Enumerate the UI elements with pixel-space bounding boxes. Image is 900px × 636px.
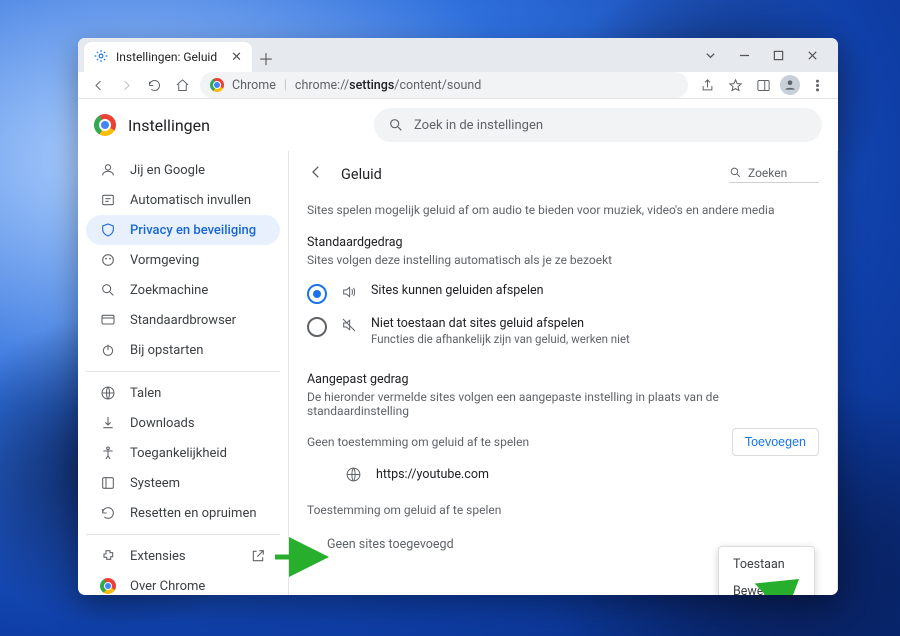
gear-icon [94,49,108,66]
share-icon[interactable] [696,75,718,95]
address-bar[interactable]: Chrome | chrome://settings/content/sound [200,72,688,98]
reload-icon[interactable] [144,75,164,95]
settings-body: Jij en Google Automatisch invullen Priva… [78,151,838,595]
radio-selected-icon [307,284,327,304]
settings-search[interactable]: Zoek in de instellingen [374,108,822,142]
back-button[interactable] [307,163,325,185]
volume-icon [341,284,357,300]
menu-allow[interactable]: Toestaan [719,551,814,578]
divider [86,371,280,372]
sidebar: Jij en Google Automatisch invullen Priva… [78,151,288,595]
chrome-logo-icon [94,114,116,136]
close-window-icon[interactable] [796,41,828,69]
panel-icon[interactable] [752,75,774,95]
settings-page: Instellingen Zoek in de instellingen Jij… [78,99,838,595]
radio-label: Niet toestaan dat sites geluid afspelen [371,316,630,331]
sidebar-item-accessibility[interactable]: Toegankelijkheid [86,438,280,468]
sidebar-item-onstartup[interactable]: Bij opstarten [86,335,280,365]
back-icon[interactable] [88,75,108,95]
sidebar-item-languages[interactable]: Talen [86,378,280,408]
site-url: https://youtube.com [376,467,489,482]
sidebar-item-system[interactable]: Systeem [86,468,280,498]
new-tab-button[interactable]: ＋ [252,44,280,72]
chrome-label: Chrome [232,78,276,93]
external-link-icon [250,548,266,564]
profile-avatar[interactable] [780,75,800,95]
caption-down-icon[interactable] [694,41,726,69]
default-behavior-sub: Sites volgen deze instelling automatisch… [307,253,819,267]
chrome-window: Instellingen: Geluid ✕ ＋ Chrome | chrome… [78,38,838,595]
intro-text: Sites spelen mogelijk geluid af om audio… [307,203,819,217]
add-site-button[interactable]: Toevoegen [732,428,819,456]
globe-icon [345,466,362,483]
sidebar-item-default-browser[interactable]: Standaardbrowser [86,305,280,335]
volume-mute-icon [341,317,357,333]
maximize-icon[interactable] [762,41,794,69]
search-icon [729,166,742,179]
radio-sublabel: Functies die afhankelijk zijn van geluid… [371,332,630,346]
tab-title: Instellingen: Geluid [116,50,223,64]
sidebar-item-appearance[interactable]: Vormgeving [86,245,280,275]
block-section-title: Geen toestemming om geluid af te spelen [307,435,529,449]
kebab-icon[interactable] [806,75,828,95]
tab-close-icon[interactable]: ✕ [231,50,242,65]
main-panel: Geluid Zoeken Sites spelen mogelijk gelu… [288,151,838,595]
page-title: Instellingen [128,116,210,135]
url-text: chrome://settings/content/sound [295,78,481,93]
custom-behavior-title: Aangepast gedrag [307,372,819,387]
toolbar-right [696,75,828,95]
divider [86,534,280,535]
window-controls [694,38,832,72]
main-title: Geluid [341,166,382,183]
minimize-icon[interactable] [728,41,760,69]
search-placeholder: Zoek in de instellingen [414,118,543,133]
star-icon[interactable] [724,75,746,95]
sidebar-item-reset[interactable]: Resetten en opruimen [86,498,280,528]
chrome-logo-small-icon [210,78,224,92]
tab-strip: Instellingen: Geluid ✕ ＋ [78,38,838,72]
sidebar-item-autofill[interactable]: Automatisch invullen [86,185,280,215]
sidebar-item-privacy-security[interactable]: Privacy en beveiliging [86,215,280,245]
settings-header: Instellingen Zoek in de instellingen [78,99,838,151]
default-behavior-title: Standaardgedrag [307,235,819,250]
sidebar-item-searchengine[interactable]: Zoekmachine [86,275,280,305]
main-header: Geluid Zoeken [307,157,819,191]
menu-edit[interactable]: Bewerken [719,578,814,595]
site-context-menu: Toestaan Bewerken Verwijderen [718,546,815,595]
chrome-logo-small-icon [100,578,116,594]
home-icon[interactable] [172,75,192,95]
custom-behavior-sub: De hieronder vermelde sites volgen een a… [307,390,819,418]
sidebar-item-you-and-google[interactable]: Jij en Google [86,155,280,185]
forward-icon[interactable] [116,75,136,95]
radio-unselected-icon [307,317,327,337]
blocked-site-row[interactable]: https://youtube.com [307,456,819,483]
browser-tab[interactable]: Instellingen: Geluid ✕ [84,42,252,72]
radio-block-sound[interactable]: Niet toestaan dat sites geluid afspelen … [307,310,819,352]
toolbar: Chrome | chrome://settings/content/sound [78,72,838,99]
radio-allow-sound[interactable]: Sites kunnen geluiden afspelen [307,277,819,310]
sidebar-item-about[interactable]: Over Chrome [86,571,280,595]
main-search[interactable]: Zoeken [729,166,819,183]
sidebar-item-downloads[interactable]: Downloads [86,408,280,438]
allow-section-title: Toestemming om geluid af te spelen [307,503,819,517]
search-icon [388,117,404,133]
sidebar-item-extensions[interactable]: Extensies [86,541,280,571]
radio-label: Sites kunnen geluiden afspelen [371,283,544,298]
